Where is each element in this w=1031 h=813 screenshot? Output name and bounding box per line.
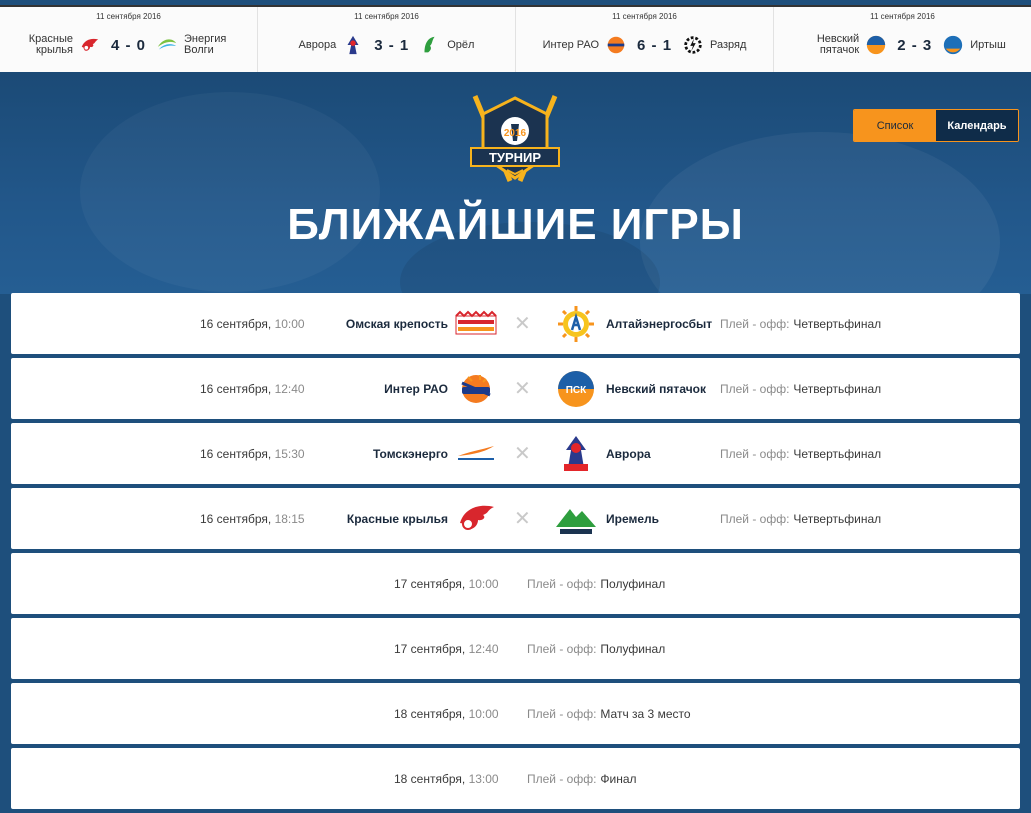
view-switch: Список Календарь [853, 109, 1019, 142]
energy-volgi-logo-icon [156, 34, 178, 56]
ticker-date: 11 сентября 2016 [354, 12, 419, 21]
ticker-home-team: Интер РАО [542, 38, 600, 51]
tomskenergo-logo-icon [454, 434, 498, 474]
avrora-logo-icon [554, 434, 598, 474]
ticker-score: 4 - 0 [110, 36, 146, 54]
page-title: БЛИЖАЙШИЕ ИГРЫ [287, 200, 744, 249]
ticker-date: 11 сентября 2016 [612, 12, 677, 21]
ticker-date: 11 сентября 2016 [96, 12, 161, 21]
ticker-match[interactable]: 11 сентября 2016 Интер РАО 6 - 1 Разряд [516, 7, 774, 73]
ticker-home-team: Аврора [298, 38, 337, 51]
irtysh-logo-icon [942, 34, 964, 56]
ticker-away-team: Энергия Волги [184, 33, 227, 56]
emblem-text: ТУРНИР [489, 150, 541, 165]
ticker-away-team: Иртыш [970, 38, 1006, 51]
game-datetime: 16 сентября, 18:15 [200, 511, 305, 526]
away-team[interactable]: Аврора [554, 423, 651, 484]
game-row[interactable]: 18 сентября, 10:00 Плей - офф: Матч за 3 … [11, 683, 1020, 744]
home-team[interactable]: Омская крепость [346, 293, 498, 354]
game-stage: Плей - офф: Четвертьфинал [720, 511, 882, 526]
game-datetime: 17 сентября, 12:40 [394, 641, 499, 656]
inter-rao-logo-icon [454, 369, 498, 409]
emblem-year: 2016 [504, 128, 527, 139]
game-row[interactable]: 16 сентября, 10:00 Омская крепость ✕ Алт… [11, 293, 1020, 354]
red-wing-logo-icon [454, 499, 498, 539]
vs-cross-icon: ✕ [514, 313, 531, 335]
iremel-logo-icon [554, 499, 598, 539]
game-datetime: 16 сентября, 10:00 [200, 316, 305, 331]
orel-logo-icon [419, 34, 441, 56]
game-stage: Плей - офф: Полуфинал [527, 641, 666, 656]
game-stage: Плей - офф: Четвертьфинал [720, 381, 882, 396]
omskaya-krepost-logo-icon [454, 304, 498, 344]
game-stage: Плей - офф: Полуфинал [527, 576, 666, 591]
game-datetime: 16 сентября, 12:40 [200, 381, 305, 396]
ticker-match[interactable]: 11 сентября 2016 Красные крылья 4 - 0 Эн… [0, 7, 258, 73]
tournament-emblem: ТУРНИР 2016 [465, 86, 565, 196]
ticker-score: 2 - 3 [897, 36, 933, 54]
ticker-score: 3 - 1 [374, 36, 410, 54]
ticker-home-team: Невский пятачок [816, 33, 860, 56]
game-datetime: 17 сентября, 10:00 [394, 576, 499, 591]
list-view-button[interactable]: Список [854, 110, 936, 141]
ticker-match[interactable]: 11 сентября 2016 Невский пятачок 2 - 3 И… [774, 7, 1031, 73]
ticker-away-team: Орёл [447, 38, 475, 51]
red-wing-logo-icon [79, 34, 101, 56]
inter-rao-logo-icon [605, 34, 627, 56]
calendar-view-button[interactable]: Календарь [936, 110, 1018, 141]
psk-logo-icon [865, 34, 887, 56]
game-stage: Плей - офф: Четвертьфинал [720, 446, 882, 461]
ticker-score: 6 - 1 [637, 36, 673, 54]
home-team[interactable]: Интер РАО [384, 358, 498, 419]
game-row[interactable]: 17 сентября, 12:40 Плей - офф: Полуфинал [11, 618, 1020, 679]
svg-text:ПСК: ПСК [566, 385, 587, 396]
psk-logo-icon: ПСК [554, 369, 598, 409]
vs-cross-icon: ✕ [514, 378, 531, 400]
vs-cross-icon: ✕ [514, 443, 531, 465]
ticker-match[interactable]: 11 сентября 2016 Аврора 3 - 1 Орёл [258, 7, 516, 73]
home-team[interactable]: Красные крылья [347, 488, 498, 549]
ticker-date: 11 сентября 2016 [870, 12, 935, 21]
away-team[interactable]: Иремель [554, 488, 659, 549]
ticker-home-team: Красные крылья [28, 33, 73, 56]
razryad-logo-icon [682, 34, 704, 56]
vs-cross-icon: ✕ [514, 508, 531, 530]
avrora-logo-icon [342, 34, 364, 56]
games-list: 16 сентября, 10:00 Омская крепость ✕ Алт… [11, 293, 1020, 813]
game-row[interactable]: 16 сентября, 15:30 Томскэнерго ✕ Аврора … [11, 423, 1020, 484]
away-team[interactable]: ПСК Невский пятачок [554, 358, 706, 419]
hero-banner: ТУРНИР 2016 БЛИЖАЙШИЕ ИГРЫ Список Календ… [0, 72, 1031, 294]
game-datetime: 16 сентября, 15:30 [200, 446, 305, 461]
game-row[interactable]: 17 сентября, 10:00 Плей - офф: Полуфинал [11, 553, 1020, 614]
game-row[interactable]: 16 сентября, 18:15 Красные крылья ✕ Ирем… [11, 488, 1020, 549]
away-team[interactable]: Алтайэнергосбыт [554, 293, 712, 354]
game-stage: Плей - офф: Четвертьфинал [720, 316, 882, 331]
altayenergosbyt-logo-icon [554, 304, 598, 344]
results-ticker: 11 сентября 2016 Красные крылья 4 - 0 Эн… [0, 5, 1031, 74]
game-row[interactable]: 16 сентября, 12:40 Интер РАО ✕ ПСК Невск… [11, 358, 1020, 419]
game-datetime: 18 сентября, 10:00 [394, 706, 499, 721]
ticker-away-team: Разряд [710, 38, 747, 51]
home-team[interactable]: Томскэнерго [373, 423, 498, 484]
game-stage: Плей - офф: Матч за 3 место [527, 706, 691, 721]
